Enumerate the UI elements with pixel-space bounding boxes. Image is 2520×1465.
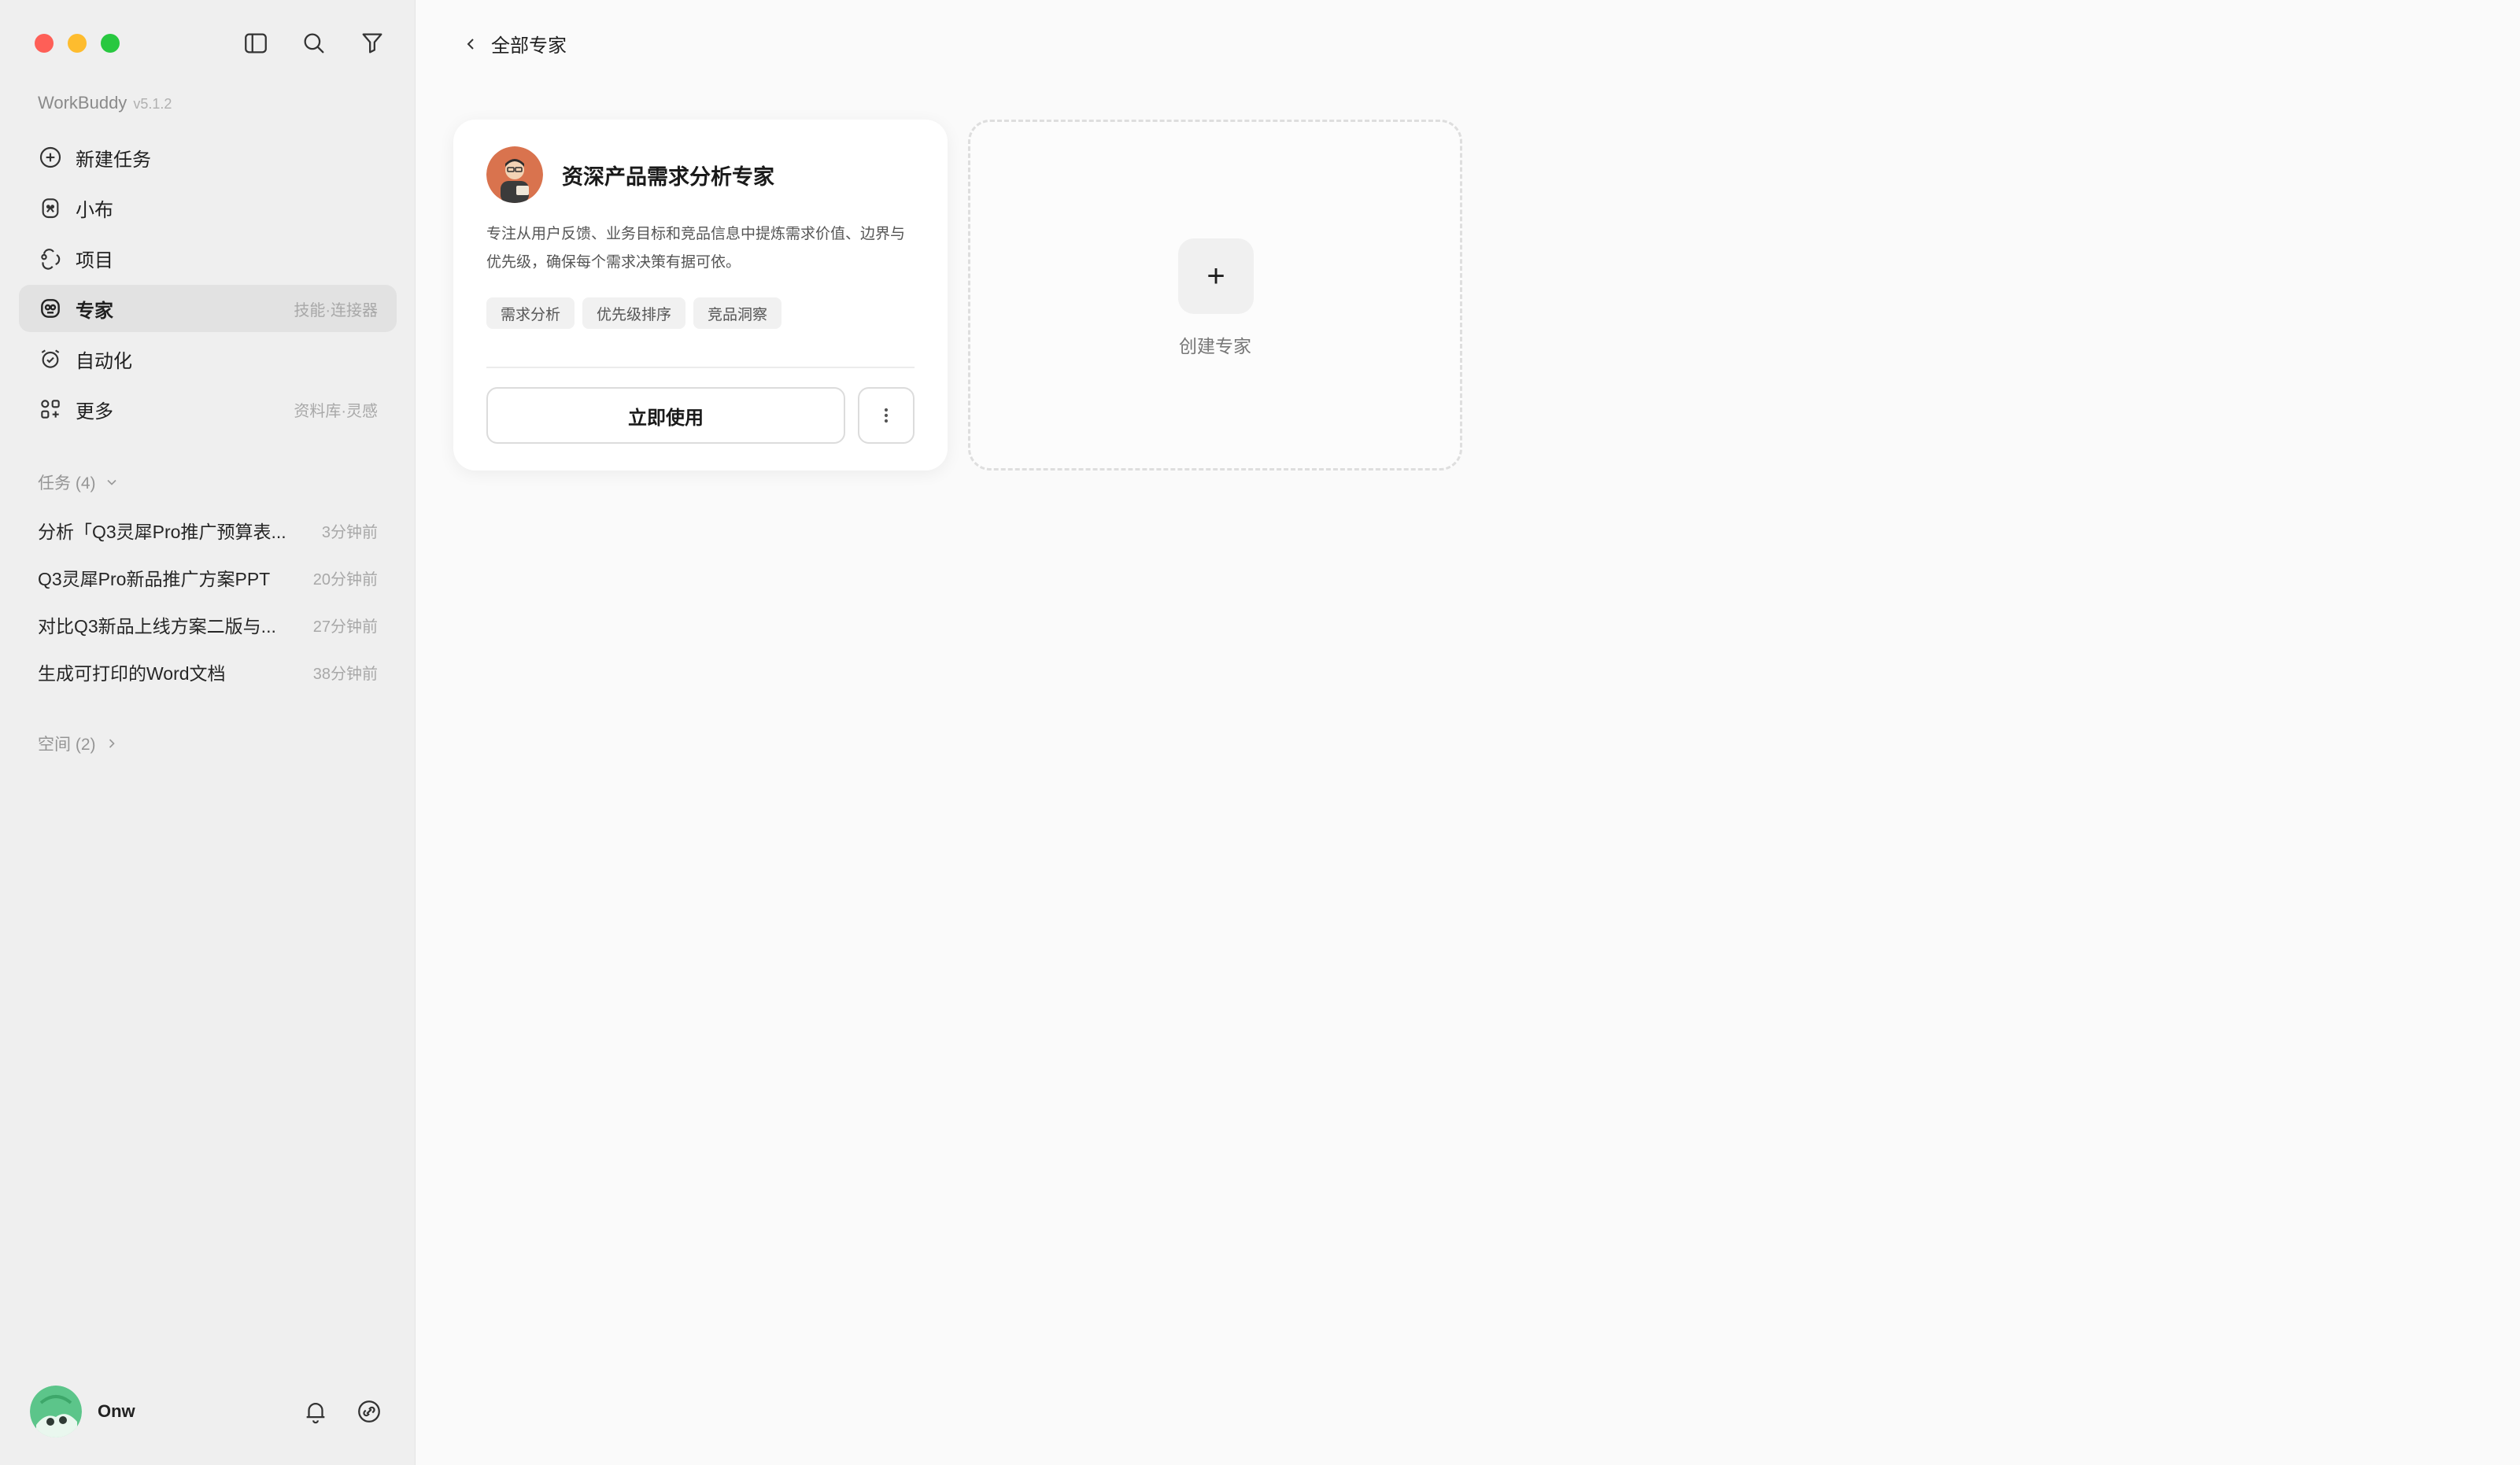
link-icon[interactable] xyxy=(356,1398,382,1425)
nav-label: 自动化 xyxy=(76,350,132,372)
sidebar: WorkBuddy v5.1.2 新建任务 小布 项目 专家 技能·连接器 自动… xyxy=(0,0,416,1465)
window-controls xyxy=(35,34,120,53)
nav-more[interactable]: 更多 资料库·灵感 xyxy=(19,386,397,433)
card-divider xyxy=(486,367,915,368)
nav-label: 更多 xyxy=(76,400,113,423)
expert-icon xyxy=(38,296,63,321)
use-now-button[interactable]: 立即使用 xyxy=(486,387,845,444)
task-title: 分析「Q3灵犀Pro推广预算表... xyxy=(38,522,286,542)
task-list: 分析「Q3灵犀Pro推广预算表... 3分钟前 Q3灵犀Pro新品推广方案PPT… xyxy=(38,507,378,696)
user-avatar[interactable] xyxy=(30,1386,82,1437)
app-window: WorkBuddy v5.1.2 新建任务 小布 项目 专家 技能·连接器 自动… xyxy=(0,0,2520,1465)
expert-title: 资深产品需求分析专家 xyxy=(562,164,774,189)
expert-tag: 优先级排序 xyxy=(582,297,686,329)
main-content: 全部专家 资深产品需求分析专家 专注从用户反馈、业务目标和竞品信息中提炼需求价值… xyxy=(416,0,2520,1465)
nav-projects[interactable]: 项目 xyxy=(19,234,397,282)
task-title: Q3灵犀Pro新品推广方案PPT xyxy=(38,569,271,589)
task-time: 27分钟前 xyxy=(312,618,378,636)
expert-tag: 竞品洞察 xyxy=(693,297,782,329)
nav-hint: 资料库·灵感 xyxy=(294,402,378,420)
more-vertical-icon xyxy=(884,408,889,423)
nav-label: 项目 xyxy=(76,249,113,271)
sidebar-nav: 新建任务 小布 项目 专家 技能·连接器 自动化 更多 资料库·灵感 xyxy=(19,134,397,436)
create-expert-card[interactable]: + 创建专家 xyxy=(968,120,1462,470)
user-name: Onw xyxy=(98,1401,135,1421)
filter-button[interactable] xyxy=(357,28,387,58)
expert-tag: 需求分析 xyxy=(486,297,575,329)
create-expert-label: 创建专家 xyxy=(1179,336,1251,356)
app-version: v5.1.2 xyxy=(133,96,172,112)
task-item[interactable]: 分析「Q3灵犀Pro推广预算表... 3分钟前 xyxy=(38,507,378,554)
maximize-window-button[interactable] xyxy=(101,34,120,53)
task-time: 3分钟前 xyxy=(321,523,378,541)
nav-new-task[interactable]: 新建任务 xyxy=(19,134,397,181)
task-time: 38分钟前 xyxy=(312,665,378,683)
back-to-all-experts[interactable]: 全部专家 xyxy=(461,30,567,57)
tasks-section-title: 任务 (4) xyxy=(38,474,96,493)
user-bar: Onw xyxy=(30,1385,382,1438)
app-name: WorkBuddy xyxy=(38,93,127,113)
close-window-button[interactable] xyxy=(35,34,54,53)
tasks-section-toggle[interactable]: 任务 (4) xyxy=(38,470,120,494)
sidebar-toolbar xyxy=(241,28,387,58)
sidebar-toggle-button[interactable] xyxy=(241,28,271,58)
expert-tags: 需求分析 优先级排序 竞品洞察 xyxy=(486,297,782,329)
alarm-clock-icon xyxy=(38,346,63,371)
app-brand: WorkBuddy v5.1.2 xyxy=(38,93,172,113)
search-button[interactable] xyxy=(299,28,329,58)
task-title: 对比Q3新品上线方案二版与... xyxy=(38,616,276,637)
search-icon xyxy=(304,33,324,54)
expert-card-header: 资深产品需求分析专家 xyxy=(486,146,774,203)
plus-circle-icon xyxy=(38,145,63,170)
chevron-left-icon xyxy=(467,38,474,50)
plus-icon: + xyxy=(1178,238,1254,314)
nav-hint: 技能·连接器 xyxy=(294,301,378,319)
back-label: 全部专家 xyxy=(491,35,567,57)
nav-label: 新建任务 xyxy=(76,149,151,171)
filter-icon xyxy=(362,33,382,54)
project-icon xyxy=(38,245,63,271)
nav-xiaobu[interactable]: 小布 xyxy=(19,184,397,231)
task-title: 生成可打印的Word文档 xyxy=(38,663,226,684)
bell-icon[interactable] xyxy=(302,1398,329,1425)
chevron-down-icon xyxy=(106,479,116,485)
task-time: 20分钟前 xyxy=(312,570,378,589)
expert-description: 专注从用户反馈、业务目标和竞品信息中提炼需求价值、边界与优先级，确保每个需求决策… xyxy=(486,226,906,271)
expert-avatar xyxy=(486,146,543,203)
minimize-window-button[interactable] xyxy=(68,34,87,53)
nav-automation[interactable]: 自动化 xyxy=(19,335,397,382)
user-tools xyxy=(302,1398,382,1425)
robot-icon xyxy=(38,195,63,220)
nav-label: 专家 xyxy=(76,300,113,322)
task-item[interactable]: 对比Q3新品上线方案二版与... 27分钟前 xyxy=(38,601,378,648)
spaces-section-toggle[interactable]: 空间 (2) xyxy=(38,732,120,755)
chevron-right-icon xyxy=(109,739,115,748)
expert-card[interactable]: 资深产品需求分析专家 专注从用户反馈、业务目标和竞品信息中提炼需求价值、边界与优… xyxy=(453,120,948,470)
apps-icon xyxy=(38,397,63,422)
nav-experts[interactable]: 专家 技能·连接器 xyxy=(19,285,397,332)
nav-label: 小布 xyxy=(76,199,113,221)
spaces-section-title: 空间 (2) xyxy=(38,736,96,754)
task-item[interactable]: Q3灵犀Pro新品推广方案PPT 20分钟前 xyxy=(38,554,378,601)
task-item[interactable]: 生成可打印的Word文档 38分钟前 xyxy=(38,648,378,696)
more-options-button[interactable] xyxy=(858,387,915,444)
sidebar-toggle-icon xyxy=(245,33,267,54)
